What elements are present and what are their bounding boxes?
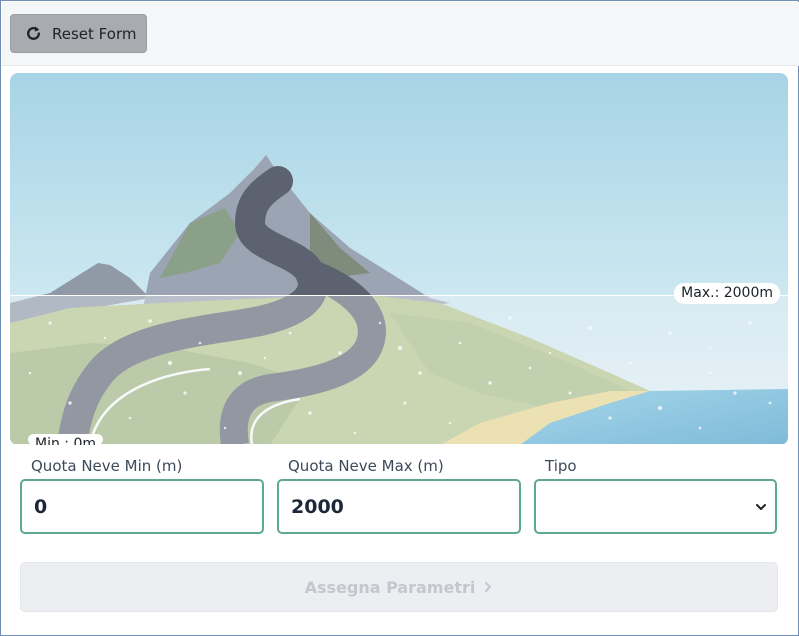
snow-min-label: Quota Neve Min (m) <box>31 457 183 475</box>
snow-min-input[interactable] <box>20 479 264 534</box>
mountain-illustration <box>10 73 788 445</box>
refresh-icon <box>27 26 40 40</box>
type-label: Tipo <box>545 457 577 475</box>
chevron-right-icon <box>485 582 492 592</box>
snow-max-label: Quota Neve Max (m) <box>288 457 444 475</box>
toolbar: Reset Form <box>2 2 799 66</box>
app-frame: Reset Form Max.: 2000m Min.: 0m Quota Ne… <box>0 0 799 636</box>
max-altitude-label: Max.: 2000m <box>674 283 780 304</box>
snow-max-input[interactable] <box>277 479 521 534</box>
reset-form-button[interactable]: Reset Form <box>10 14 147 53</box>
type-select[interactable] <box>534 479 777 534</box>
min-altitude-label: Min.: 0m <box>28 434 104 445</box>
reset-form-label: Reset Form <box>52 24 137 43</box>
assign-parameters-label: Assegna Parametri <box>304 577 476 597</box>
chevron-down-icon <box>756 504 766 510</box>
assign-parameters-button[interactable]: Assegna Parametri <box>20 562 778 612</box>
